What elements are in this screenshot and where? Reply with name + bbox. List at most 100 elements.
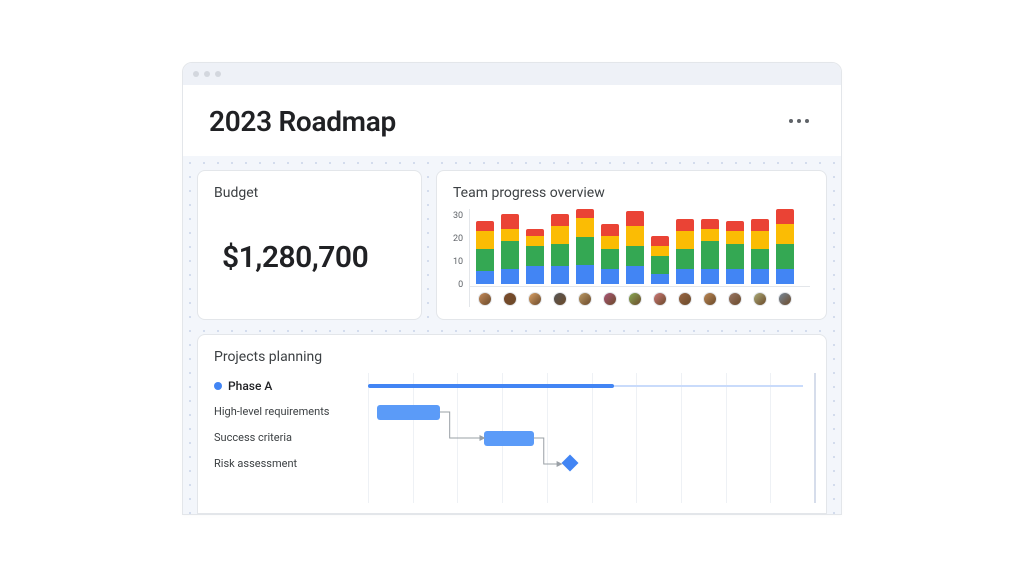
chart-bar-segment	[501, 214, 519, 229]
chart-bar-segment	[601, 236, 619, 249]
chart-bar-segment	[476, 221, 494, 231]
chart-y-axis: 30 20 10 0	[453, 209, 463, 307]
chart-bar-segment	[601, 249, 619, 269]
avatar-icon	[653, 292, 667, 306]
chart-bar-segment	[651, 274, 669, 284]
chart-bar-segment	[776, 244, 794, 269]
avatar-icon	[778, 292, 792, 306]
chart-bar-segment	[751, 219, 769, 232]
traffic-light-icon	[215, 71, 221, 77]
team-member-avatar[interactable]	[776, 291, 794, 307]
chart-bar-segment	[476, 271, 494, 284]
team-member-avatar[interactable]	[476, 291, 494, 307]
avatar-icon	[528, 292, 542, 306]
dots-icon	[797, 119, 801, 123]
avatar-icon	[753, 292, 767, 306]
chart-bar-segment	[701, 229, 719, 242]
chart-bar-segment	[626, 211, 644, 226]
team-member-avatar[interactable]	[676, 291, 694, 307]
chart-bar-segment	[726, 221, 744, 231]
chart-bar-segment	[676, 231, 694, 249]
chart-bar[interactable]	[751, 219, 769, 284]
budget-card-title: Budget	[214, 185, 405, 201]
dashboard-canvas: Budget $1,280,700 Team progress overview…	[183, 156, 841, 514]
chart-bar[interactable]	[676, 219, 694, 284]
team-member-avatar[interactable]	[501, 291, 519, 307]
chart-bar-segment	[476, 231, 494, 249]
chart-bar-segment	[551, 244, 569, 267]
chart-bar[interactable]	[701, 219, 719, 284]
team-progress-chart: 30 20 10 0	[453, 209, 810, 307]
chart-bar-segment	[651, 246, 669, 256]
dots-icon	[789, 119, 793, 123]
chart-bar[interactable]	[626, 211, 644, 284]
traffic-light-icon	[193, 71, 199, 77]
chart-bar-segment	[501, 269, 519, 284]
phase-label: Phase A	[228, 379, 272, 393]
team-member-avatar[interactable]	[551, 291, 569, 307]
chart-bar-segment	[526, 229, 544, 237]
chart-bar-segment	[676, 249, 694, 269]
more-actions-button[interactable]	[783, 113, 815, 129]
chart-bar[interactable]	[501, 214, 519, 284]
chart-bar-segment	[551, 214, 569, 227]
page-title: 2023 Roadmap	[209, 105, 396, 138]
chart-bar[interactable]	[476, 221, 494, 284]
chart-y-tick: 0	[453, 280, 463, 290]
chart-y-tick: 20	[453, 234, 463, 244]
avatar-icon	[478, 292, 492, 306]
window-titlebar	[183, 63, 841, 85]
avatar-icon	[578, 292, 592, 306]
chart-bar-segment	[751, 269, 769, 284]
chart-bar-segment	[601, 224, 619, 237]
chart-bar-segment	[551, 226, 569, 244]
chart-bar-segment	[701, 219, 719, 229]
team-member-avatar[interactable]	[526, 291, 544, 307]
page-header: 2023 Roadmap	[183, 85, 841, 156]
chart-bar-segment	[576, 265, 594, 284]
budget-card[interactable]: Budget $1,280,700	[197, 170, 422, 320]
team-progress-card[interactable]: Team progress overview 30 20 10 0	[436, 170, 827, 320]
chart-bar-segment	[701, 241, 719, 269]
chart-bar-segment	[526, 266, 544, 284]
chart-y-tick: 30	[453, 211, 463, 221]
gantt-chart: Phase A High-level requirements Success …	[198, 373, 826, 503]
team-member-avatar[interactable]	[701, 291, 719, 307]
chart-plot-area	[469, 209, 810, 307]
avatar-icon	[603, 292, 617, 306]
avatar-icon	[728, 292, 742, 306]
phase-dot-icon	[214, 382, 222, 390]
gantt-dependency-lines	[368, 373, 816, 503]
chart-bar-segment	[776, 269, 794, 284]
team-member-avatar[interactable]	[651, 291, 669, 307]
chart-bar[interactable]	[551, 214, 569, 284]
chart-bar[interactable]	[601, 224, 619, 284]
avatar-icon	[628, 292, 642, 306]
team-progress-title: Team progress overview	[453, 185, 810, 201]
team-member-avatar[interactable]	[601, 291, 619, 307]
chart-bar-segment	[601, 269, 619, 284]
app-window: 2023 Roadmap Budget $1,280,700 Team prog…	[182, 62, 842, 515]
chart-bar[interactable]	[651, 236, 669, 284]
avatar-icon	[503, 292, 517, 306]
chart-bar[interactable]	[726, 221, 744, 284]
chart-bar-segment	[676, 269, 694, 284]
chart-bar-segment	[651, 256, 669, 274]
projects-planning-card[interactable]: Projects planning Phase A High	[197, 334, 827, 514]
chart-bar[interactable]	[526, 229, 544, 284]
chart-bar[interactable]	[576, 209, 594, 284]
avatar-icon	[678, 292, 692, 306]
chart-bar-segment	[676, 219, 694, 232]
chart-bar-segment	[576, 237, 594, 265]
chart-bar-segment	[501, 229, 519, 242]
chart-bar-segment	[476, 249, 494, 272]
chart-y-tick: 10	[453, 257, 463, 267]
chart-bar[interactable]	[776, 209, 794, 284]
chart-bar-segment	[576, 209, 594, 218]
traffic-light-icon	[204, 71, 210, 77]
team-member-avatar[interactable]	[626, 291, 644, 307]
chart-bar-segment	[776, 224, 794, 244]
team-member-avatar[interactable]	[726, 291, 744, 307]
team-member-avatar[interactable]	[576, 291, 594, 307]
team-member-avatar[interactable]	[751, 291, 769, 307]
